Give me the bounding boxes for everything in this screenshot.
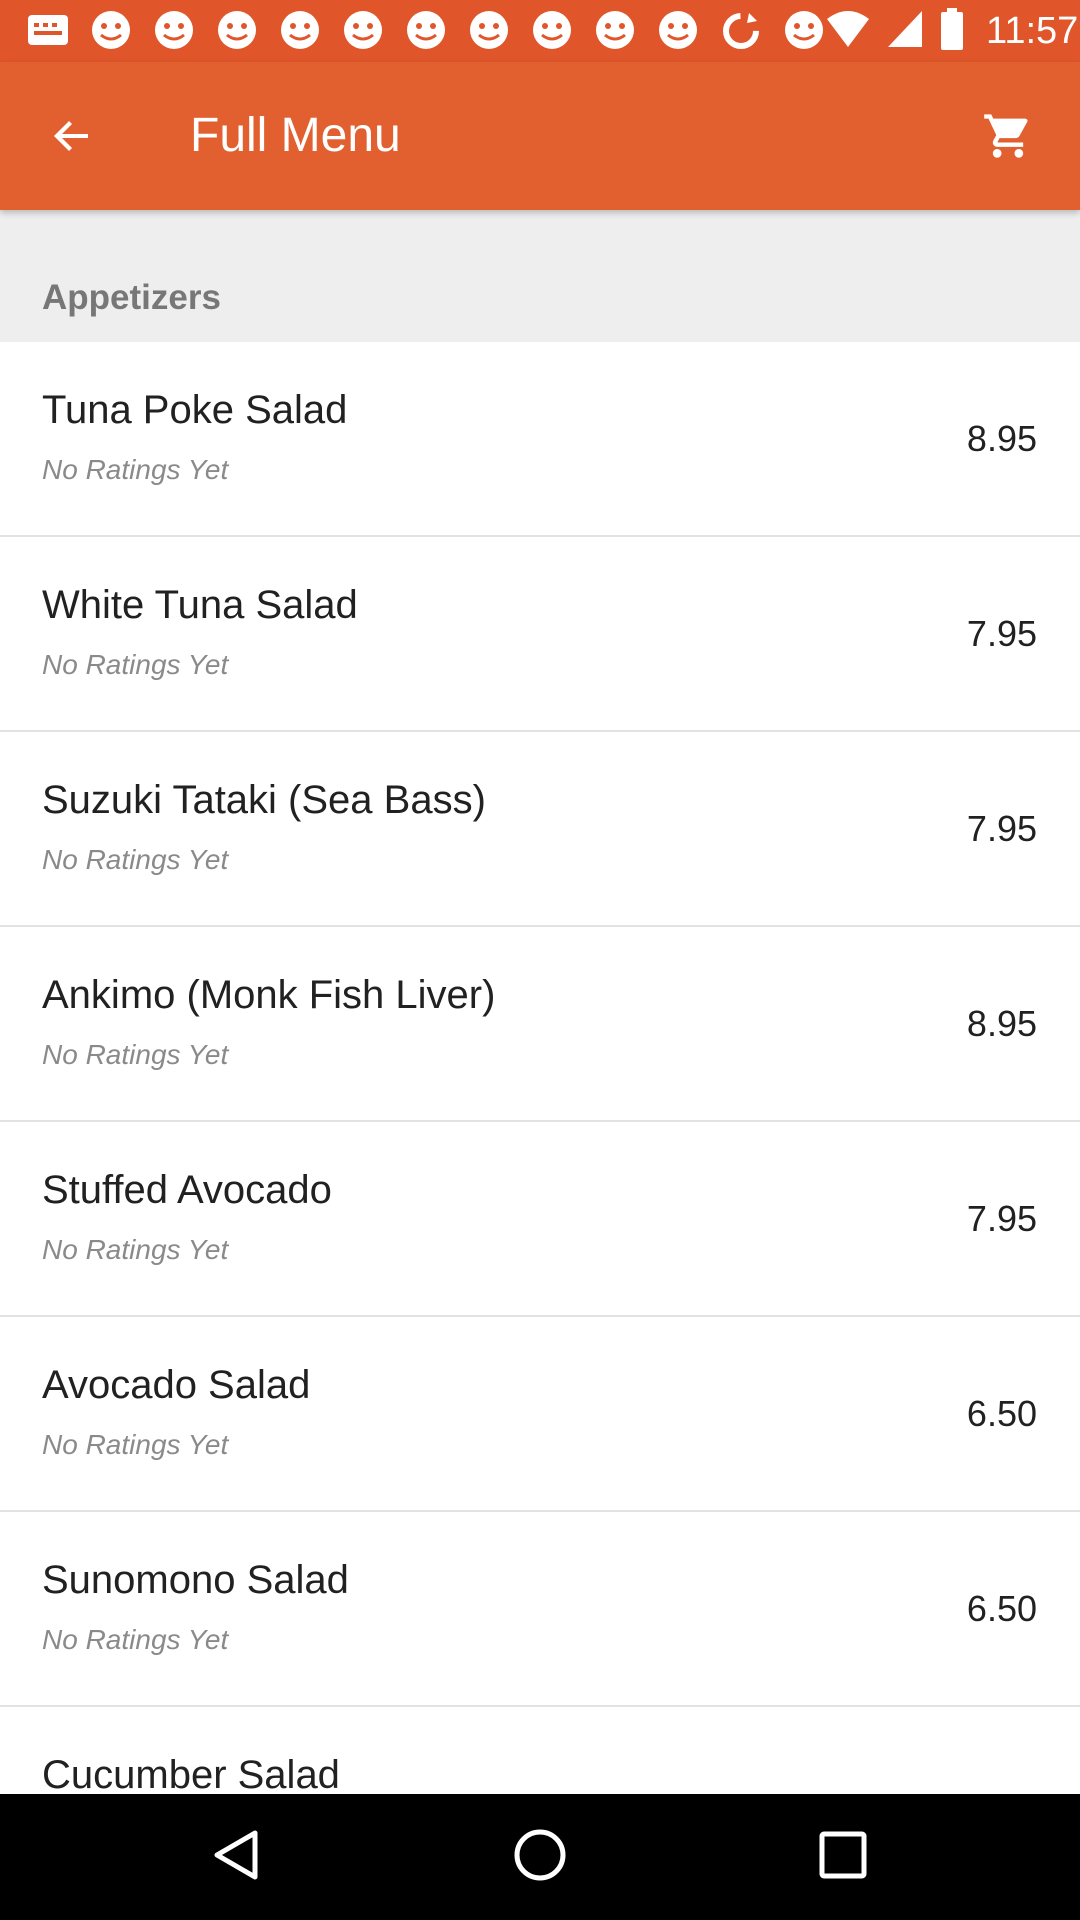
item-name: Tuna Poke Salad — [42, 388, 348, 432]
item-rating: No Ratings Yet — [42, 844, 229, 875]
menu-item[interactable]: Tuna Poke Salad No Ratings Yet 8.95 — [0, 342, 1080, 537]
item-rating: No Ratings Yet — [42, 1039, 229, 1070]
item-price: 7.95 — [966, 613, 1037, 654]
item-rating: No Ratings Yet — [42, 1429, 229, 1460]
menu-item[interactable]: Suzuki Tataki (Sea Bass) No Ratings Yet … — [0, 732, 1080, 927]
status-clock: 11:57 — [986, 9, 1079, 52]
item-price: 7.95 — [966, 808, 1037, 849]
item-price: 8.95 — [966, 418, 1037, 459]
cart-button[interactable] — [966, 96, 1050, 180]
menu-item[interactable]: Stuffed Avocado No Ratings Yet 7.95 — [0, 1122, 1080, 1317]
item-name: Cucumber Salad — [42, 1753, 340, 1794]
whatsapp-icon — [782, 9, 826, 53]
back-button[interactable] — [30, 96, 114, 180]
notification-icons — [26, 9, 826, 53]
shopping-cart-icon — [982, 110, 1034, 167]
nav-back-button[interactable] — [199, 1819, 275, 1895]
section-title: Appetizers — [42, 278, 221, 317]
app-bar: Full Menu — [0, 62, 1080, 210]
item-name: Suzuki Tataki (Sea Bass) — [42, 778, 486, 822]
battery-icon — [940, 7, 964, 55]
page-title: Full Menu — [190, 109, 401, 162]
menu-content[interactable]: Appetizers Tuna Poke Salad No Ratings Ye… — [0, 210, 1080, 1794]
item-price: 6.50 — [966, 1588, 1037, 1629]
item-rating: No Ratings Yet — [42, 649, 229, 680]
back-arrow-icon — [48, 112, 96, 165]
whatsapp-icon — [404, 9, 448, 53]
status-bar: 11:57 — [0, 0, 1080, 62]
whatsapp-icon — [530, 9, 574, 53]
nav-recents-button[interactable] — [805, 1819, 881, 1895]
menu-item[interactable]: Avocado Salad No Ratings Yet 6.50 — [0, 1317, 1080, 1512]
whatsapp-icon — [152, 9, 196, 53]
navigation-bar — [0, 1794, 1080, 1920]
nav-recents-icon — [819, 1831, 867, 1884]
section-header: Appetizers — [0, 210, 1080, 342]
item-price: 7.95 — [966, 1198, 1037, 1239]
message-icon — [26, 9, 70, 53]
whatsapp-icon — [467, 9, 511, 53]
menu-item[interactable]: Ankimo (Monk Fish Liver) No Ratings Yet … — [0, 927, 1080, 1122]
sync-icon — [719, 9, 763, 53]
whatsapp-icon — [656, 9, 700, 53]
whatsapp-icon — [89, 9, 133, 53]
item-name: Avocado Salad — [42, 1363, 311, 1407]
whatsapp-icon — [341, 9, 385, 53]
wifi-icon — [826, 9, 870, 54]
item-rating: No Ratings Yet — [42, 1624, 229, 1655]
menu-item[interactable]: White Tuna Salad No Ratings Yet 7.95 — [0, 537, 1080, 732]
nav-home-button[interactable] — [502, 1819, 578, 1895]
menu-item[interactable]: Cucumber Salad — [0, 1707, 1080, 1794]
item-name: Stuffed Avocado — [42, 1168, 332, 1212]
whatsapp-icon — [278, 9, 322, 53]
item-rating: No Ratings Yet — [42, 454, 229, 485]
item-name: Ankimo (Monk Fish Liver) — [42, 973, 496, 1017]
menu-item[interactable]: Sunomono Salad No Ratings Yet 6.50 — [0, 1512, 1080, 1707]
system-status: 11:57 — [826, 7, 1079, 55]
nav-back-icon — [213, 1829, 261, 1886]
signal-icon — [886, 9, 924, 54]
item-price: 8.95 — [966, 1003, 1037, 1044]
item-rating: No Ratings Yet — [42, 1234, 229, 1265]
item-price: 6.50 — [966, 1393, 1037, 1434]
item-name: Sunomono Salad — [42, 1558, 349, 1602]
whatsapp-icon — [593, 9, 637, 53]
nav-home-icon — [513, 1828, 567, 1887]
whatsapp-icon — [215, 9, 259, 53]
item-name: White Tuna Salad — [42, 583, 358, 627]
